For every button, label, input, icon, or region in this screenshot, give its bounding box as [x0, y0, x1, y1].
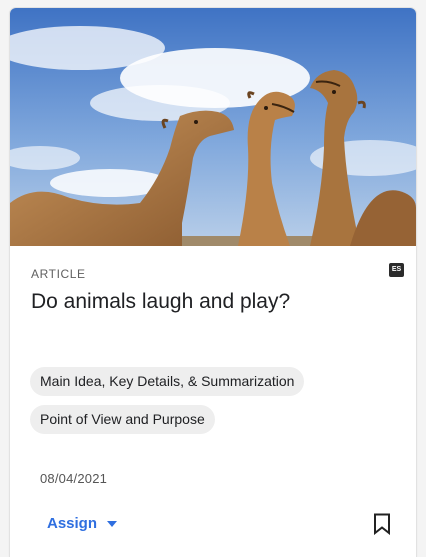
skill-tags: Main Idea, Key Details, & Summarization …	[30, 367, 305, 443]
article-hero-image[interactable]	[10, 8, 416, 246]
bookmark-button[interactable]	[373, 513, 391, 540]
content-type-label: ARTICLE	[31, 267, 86, 281]
caret-down-icon	[107, 520, 118, 527]
skill-tag: Point of View and Purpose	[30, 405, 215, 434]
language-badge: ES	[389, 263, 404, 277]
assign-label: Assign	[47, 515, 98, 532]
bookmark-icon	[374, 513, 390, 536]
skill-tag: Main Idea, Key Details, & Summarization	[30, 367, 305, 396]
publish-date: 08/04/2021	[40, 471, 108, 486]
article-card[interactable]: ARTICLE ES Do animals laugh and play? Ma…	[10, 8, 416, 557]
article-title[interactable]: Do animals laugh and play?	[31, 290, 391, 314]
camels-illustration	[10, 8, 416, 246]
assign-button[interactable]: Assign	[47, 515, 118, 532]
